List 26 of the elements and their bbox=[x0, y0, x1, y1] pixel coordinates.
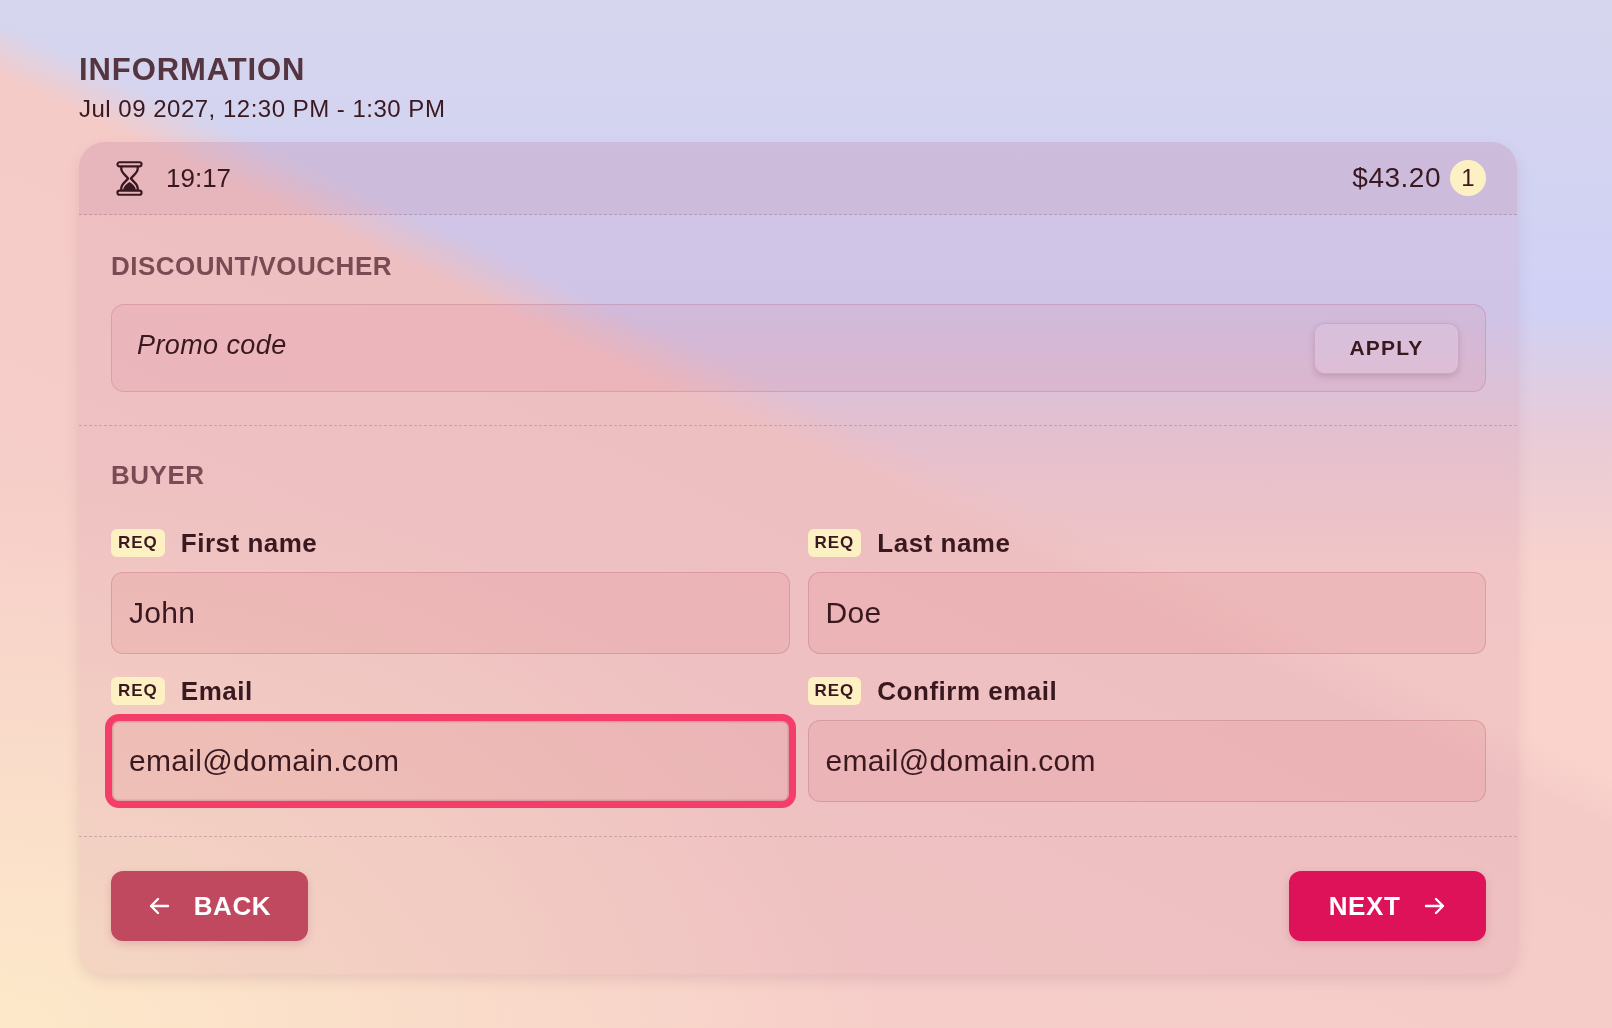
event-datetime: Jul 09 2027, 12:30 PM - 1:30 PM bbox=[79, 94, 446, 124]
field-label: Last name bbox=[877, 528, 1011, 558]
back-button[interactable]: BACK bbox=[111, 871, 308, 941]
input-field[interactable]: Doe bbox=[807, 572, 1486, 654]
hourglass-icon bbox=[116, 160, 143, 196]
field-label: Email bbox=[180, 676, 253, 706]
input-field[interactable]: John bbox=[111, 572, 790, 654]
arrow-right-icon bbox=[1424, 897, 1447, 915]
cart-total: $43.20 bbox=[1352, 161, 1441, 195]
input-field[interactable]: email@domain.com bbox=[807, 720, 1486, 802]
apply-button[interactable]: APPLY bbox=[1314, 322, 1459, 374]
required-tag: REQ bbox=[111, 677, 165, 705]
required-tag: REQ bbox=[807, 677, 862, 705]
section-heading: DISCOUNT/VOUCHER bbox=[111, 251, 392, 281]
cart-count-badge: 1 bbox=[1450, 160, 1486, 196]
arrow-left-icon bbox=[147, 897, 170, 915]
promo-code-field[interactable]: Promo code APPLY bbox=[111, 304, 1486, 392]
input-field[interactable]: email@domain.com bbox=[105, 714, 796, 808]
field-label: Confirm email bbox=[877, 676, 1058, 706]
section-heading: BUYER bbox=[111, 460, 205, 490]
countdown-timer: 19:17 bbox=[166, 162, 232, 194]
required-tag: REQ bbox=[111, 529, 165, 557]
page-title: INFORMATION bbox=[79, 52, 306, 88]
next-button[interactable]: NEXT bbox=[1289, 871, 1486, 941]
field-label: First name bbox=[180, 528, 318, 558]
required-tag: REQ bbox=[807, 529, 862, 557]
